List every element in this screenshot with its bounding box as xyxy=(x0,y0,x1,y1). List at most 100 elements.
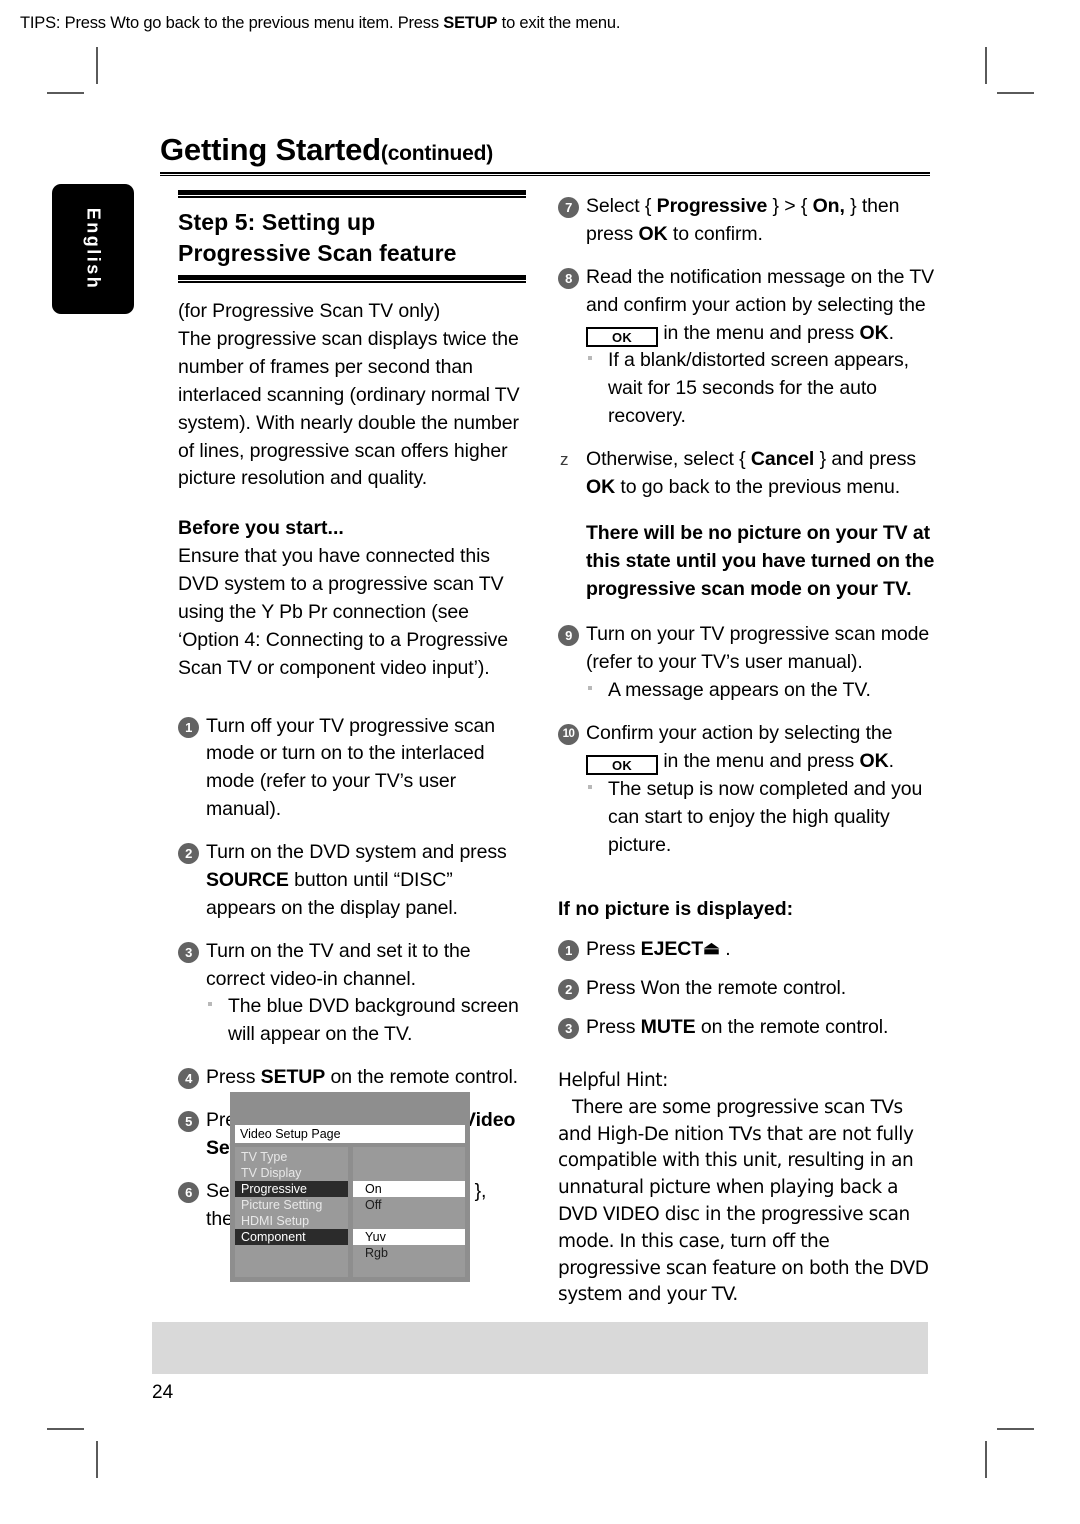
osd-item-tv-display[interactable]: TV Display xyxy=(235,1165,348,1181)
step-marker-z: z xyxy=(560,450,569,469)
right-step-10: 10 Confirm your action by selecting the … xyxy=(558,720,936,859)
tips-bar xyxy=(152,1322,928,1374)
step-keyword: Cancel xyxy=(750,448,815,470)
page-title-continued: (continued) xyxy=(380,142,494,165)
step-number-badge: 1 xyxy=(178,716,199,738)
right-step-7: 7 Select { Progressive } > { On, } then … xyxy=(558,193,936,249)
left-step-4: 4 Press SETUP on the remote control. xyxy=(178,1064,526,1092)
step-text-end: . xyxy=(888,749,894,772)
warning-text: There will be no picture on your TV at t… xyxy=(586,521,935,600)
step-keyword: Progressive xyxy=(656,195,768,217)
step-keyword: OK xyxy=(859,749,889,772)
section-rule-bottom xyxy=(178,275,526,284)
step-number-badge: 3 xyxy=(558,1018,579,1039)
step-keyword: SOURCE xyxy=(206,868,289,891)
subbullet-dot-icon xyxy=(588,784,592,789)
step-text-before: Turn on the DVD system and press xyxy=(206,841,507,864)
page-number: 24 xyxy=(152,1382,174,1403)
language-tab-label: English xyxy=(83,207,104,291)
crop-mark-top-left-horizontal xyxy=(47,92,84,94)
osd-option-yuv[interactable]: Yuv xyxy=(353,1229,465,1245)
intro-paragraph: The progressive scan displays twice the … xyxy=(178,328,520,490)
osd-menu-option-list: On Off Yuv Rgb xyxy=(353,1147,465,1277)
step-text-before: Otherwise, select { xyxy=(586,448,751,470)
osd-option-on[interactable]: On xyxy=(353,1181,465,1197)
step-keyword: SETUP xyxy=(260,1066,326,1089)
step-number-badge: 9 xyxy=(558,625,579,647)
crop-mark-bottom-left-vertical xyxy=(96,1441,98,1478)
right-column: 7 Select { Progressive } > { On, } then … xyxy=(558,193,936,1309)
no-picture-step-1: 1 Press EJECT⏏ . xyxy=(558,936,936,964)
osd-item-hdmi-setup[interactable]: HDMI Setup xyxy=(235,1213,348,1229)
right-step-8: 8 Read the notification message on the T… xyxy=(558,264,936,431)
step-number-badge: 8 xyxy=(558,267,579,289)
osd-menu-title: Video Setup Page xyxy=(235,1125,465,1143)
step-keyword-2: On, xyxy=(812,195,845,217)
helpful-hint-text: There are some progressive scan TVs and … xyxy=(558,1096,929,1306)
before-you-start-heading: Before you start... xyxy=(178,517,344,540)
dvd-osd-menu-screenshot: Video Setup Page TV Type TV Display Prog… xyxy=(230,1092,470,1282)
osd-option-rgb[interactable]: Rgb xyxy=(353,1245,465,1261)
step-keyword: OK xyxy=(859,321,889,344)
step-text-after: in the menu and press xyxy=(658,321,860,344)
step-keyword: MUTE xyxy=(640,1016,696,1038)
right-step-9: 9 Turn on your TV progressive scan mode … xyxy=(558,621,936,705)
step-text-end: to confirm. xyxy=(667,222,763,245)
progressive-scan-warning: There will be no picture on your TV at t… xyxy=(558,520,936,604)
osd-item-picture-setting[interactable]: Picture Setting xyxy=(235,1197,348,1213)
subbullet-text: A message appears on the TV. xyxy=(608,679,871,702)
no-picture-heading: If no picture is displayed: xyxy=(558,898,794,921)
osd-item-component[interactable]: Component xyxy=(235,1229,348,1245)
eject-icon: ⏏ xyxy=(703,938,720,959)
section-heading: Step 5: Setting up Progressive Scan feat… xyxy=(178,207,526,268)
helpful-hint-heading: Helpful Hint: xyxy=(558,1069,668,1091)
osd-item-progressive[interactable]: Progressive xyxy=(235,1181,348,1197)
ok-button-graphic: OK xyxy=(586,326,658,347)
step-keyword: EJECT xyxy=(640,938,704,961)
page-header: Getting Started(continued) xyxy=(160,132,930,168)
step-keyword-2: OK xyxy=(586,475,616,498)
tips-text: TIPS: Press Wto go back to the previous … xyxy=(20,14,620,33)
step-subbullet: A message appears on the TV. xyxy=(586,677,936,705)
crop-mark-bottom-right-vertical xyxy=(985,1441,987,1478)
step-text-before: Read the notification message on the TV … xyxy=(586,265,935,316)
before-you-start-text: Ensure that you have connected this DVD … xyxy=(178,545,509,679)
step-number-badge: 7 xyxy=(558,197,579,218)
subbullet-dot-icon xyxy=(208,1002,212,1007)
step-subbullet: The blue DVD background screen will appe… xyxy=(206,993,526,1049)
step-text-after: on the remote control. xyxy=(325,1066,519,1089)
subbullet-dot-icon xyxy=(588,356,592,361)
step-number-badge: 2 xyxy=(558,979,579,1001)
left-step-1: 1 Turn off your TV progressive scan mode… xyxy=(178,713,526,825)
tips-suffix: to exit the menu. xyxy=(497,14,621,32)
step-text-end: . xyxy=(888,321,894,344)
osd-menu-item-list: TV Type TV Display Progressive Picture S… xyxy=(235,1147,348,1277)
section-rule-top xyxy=(178,190,526,198)
step-text-before: Press xyxy=(586,1016,641,1038)
step-number-badge: 5 xyxy=(178,1111,199,1133)
step-subbullet: If a blank/distorted screen appears, wai… xyxy=(586,347,936,431)
osd-item-tv-type[interactable]: TV Type xyxy=(235,1149,348,1165)
crop-mark-top-right-vertical xyxy=(985,47,987,84)
subbullet-dot-icon xyxy=(588,686,592,691)
osd-option-off[interactable]: Off xyxy=(353,1197,465,1213)
section-heading-line2: Progressive Scan feature xyxy=(178,239,457,266)
step-subbullet: The setup is now completed and you can s… xyxy=(586,776,936,860)
step-text-before: Press xyxy=(206,1066,261,1089)
crop-mark-bottom-right-horizontal xyxy=(997,1428,1034,1430)
step-text: Turn on your TV progressive scan mode (r… xyxy=(586,623,930,674)
step-text-before: Confirm your action by selecting the xyxy=(586,722,893,744)
step-text-before: Press xyxy=(586,938,641,961)
step-text-after: in the menu and press xyxy=(658,749,860,772)
page-title: Getting Started(continued) xyxy=(160,132,930,168)
crop-mark-bottom-left-horizontal xyxy=(47,1428,84,1430)
step-text-mid: } and press xyxy=(814,448,917,470)
crop-mark-top-left-vertical xyxy=(96,47,98,84)
subbullet-text: The blue DVD background screen will appe… xyxy=(228,995,519,1046)
header-divider xyxy=(160,172,930,176)
ok-button-graphic: OK xyxy=(586,754,658,775)
right-step-z: z Otherwise, select { Cancel } and press… xyxy=(558,446,936,502)
step-number-badge: 4 xyxy=(178,1068,199,1090)
no-picture-step-3: 3 Press MUTE on the remote control. xyxy=(558,1014,936,1042)
tips-prefix: TIPS: Press Wto go back to the previous … xyxy=(20,14,444,32)
